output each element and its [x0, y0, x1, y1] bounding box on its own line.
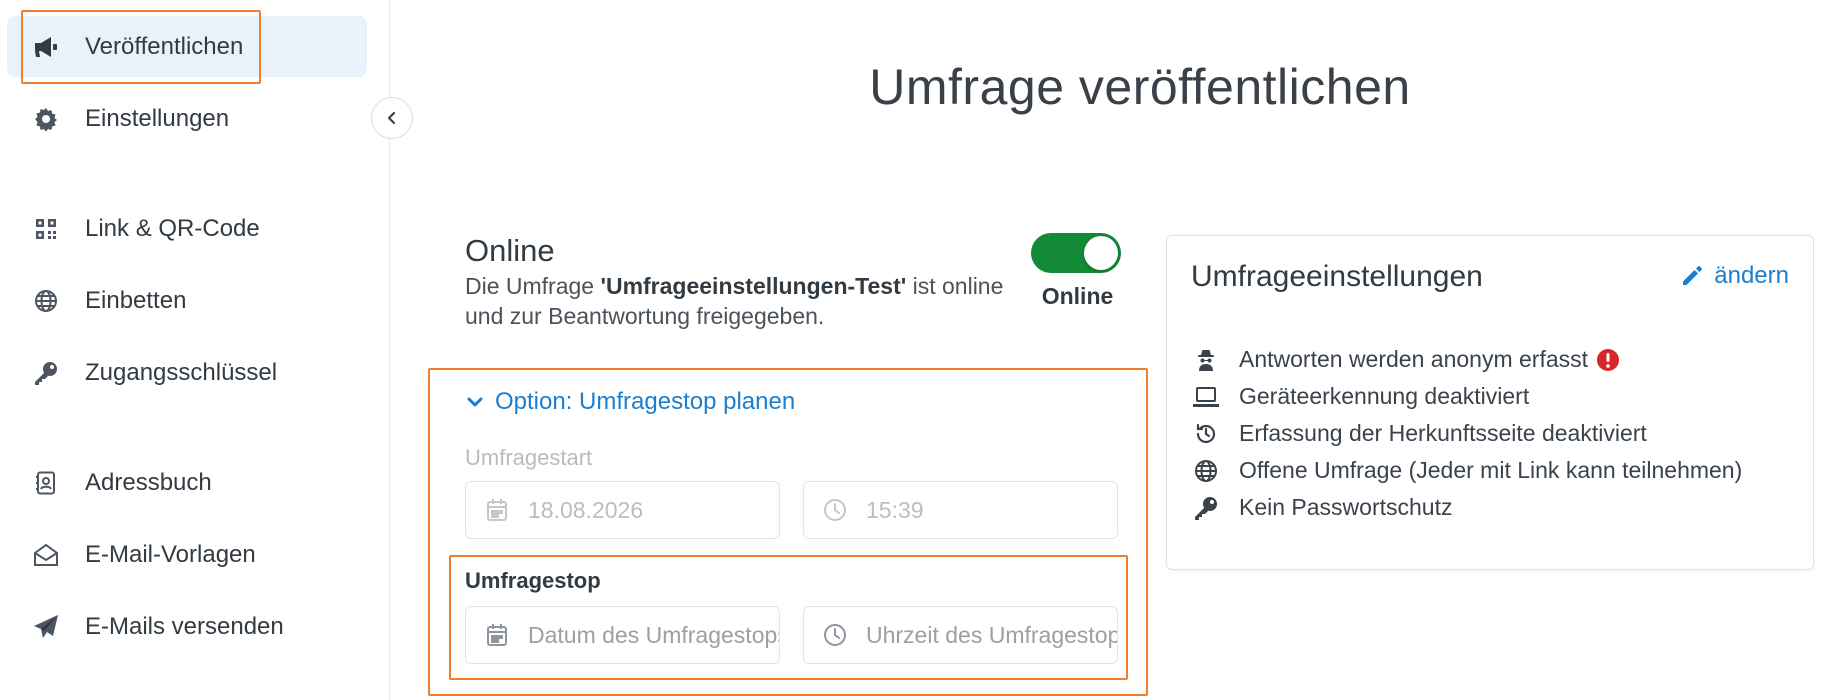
sidebar-item-access-keys[interactable]: Zugangsschlüssel — [7, 342, 367, 403]
history-icon — [1193, 421, 1219, 447]
address-book-icon — [32, 469, 60, 497]
schedule-option-label: Option: Umfragestop planen — [495, 388, 796, 415]
sidebar-item-label: Zugangsschlüssel — [85, 358, 278, 386]
setting-item: Geräteerkennung deaktiviert — [1193, 383, 1529, 410]
setting-label: Kein Passwortschutz — [1239, 494, 1453, 520]
envelope-open-icon — [32, 541, 60, 569]
setting-label: Antworten werden anonym erfasst — [1239, 346, 1589, 372]
stop-time-input[interactable]: Uhrzeit des Umfragestops — [803, 606, 1118, 664]
calendar-icon — [484, 497, 510, 523]
start-date-value: 18.08.2026 — [528, 496, 644, 523]
setting-label: Geräteerkennung deaktiviert — [1239, 383, 1530, 409]
paper-plane-icon — [32, 613, 60, 641]
setting-label: Erfassung der Herkunftsseite deaktiviert — [1239, 420, 1647, 446]
sidebar-item-label: Link & QR-Code — [85, 214, 260, 242]
clock-icon — [822, 622, 848, 648]
sidebar: Veröffentlichen Einstellungen Link & QR-… — [0, 0, 390, 700]
schedule-option-toggle[interactable]: Option: Umfragestop planen — [467, 388, 795, 416]
sidebar-item-email-templates[interactable]: E-Mail-Vorlagen — [7, 524, 367, 585]
calendar-icon — [484, 622, 510, 648]
setting-item: Antworten werden anonym erfasst — [1193, 346, 1620, 373]
status-desc-prefix: Die Umfrage — [465, 273, 601, 299]
chevron-left-icon — [386, 111, 398, 125]
key-icon — [1193, 495, 1219, 521]
start-time-input[interactable]: 15:39 — [803, 481, 1118, 539]
qr-code-icon — [32, 215, 60, 243]
start-date-input[interactable]: 18.08.2026 — [465, 481, 780, 539]
globe-icon — [1193, 458, 1219, 484]
sidebar-item-label: Adressbuch — [85, 468, 212, 496]
globe-icon — [32, 287, 60, 315]
stop-label: Umfragestop — [465, 568, 601, 593]
pencil-icon — [1680, 264, 1704, 288]
sidebar-item-label: Einbetten — [85, 286, 187, 314]
toggle-knob — [1084, 236, 1118, 270]
sidebar-item-label: E-Mail-Vorlagen — [85, 540, 256, 568]
settings-card-title: Umfrageeinstellungen — [1191, 260, 1483, 293]
sidebar-item-send-emails[interactable]: E-Mails versenden — [7, 596, 367, 657]
stop-time-placeholder: Uhrzeit des Umfragestops — [866, 621, 1118, 648]
sidebar-item-label: E-Mails versenden — [85, 612, 284, 640]
sidebar-item-embed[interactable]: Einbetten — [7, 270, 367, 331]
setting-item: Kein Passwortschutz — [1193, 494, 1452, 521]
setting-item: Erfassung der Herkunftsseite deaktiviert — [1193, 420, 1647, 447]
toggle-label: Online — [1041, 283, 1114, 309]
edit-settings-label: ändern — [1714, 262, 1789, 289]
stop-date-input[interactable]: Datum des Umfragestops — [465, 606, 780, 664]
online-toggle[interactable] — [1031, 233, 1121, 273]
start-time-value: 15:39 — [866, 496, 924, 523]
start-label: Umfragestart — [465, 445, 593, 470]
anonymous-icon — [1193, 347, 1219, 373]
status-description: Die Umfrage 'Umfrageeinstellungen-Test' … — [465, 271, 1005, 331]
clock-icon — [822, 497, 848, 523]
survey-name: 'Umfrageeinstellungen-Test' — [600, 273, 907, 299]
sidebar-item-link-qr[interactable]: Link & QR-Code — [7, 198, 367, 259]
setting-label: Offene Umfrage (Jeder mit Link kann teil… — [1239, 457, 1743, 483]
status-heading: Online — [465, 233, 555, 268]
sidebar-item-label: Veröffentlichen — [85, 32, 244, 60]
key-icon — [32, 359, 60, 387]
sidebar-item-settings[interactable]: Einstellungen — [7, 88, 367, 149]
megaphone-icon — [32, 33, 60, 61]
warning-icon — [1596, 348, 1620, 372]
laptop-icon — [1193, 384, 1219, 410]
sidebar-item-publish[interactable]: Veröffentlichen — [7, 16, 367, 77]
setting-item: Offene Umfrage (Jeder mit Link kann teil… — [1193, 457, 1742, 484]
edit-settings-link[interactable]: ändern — [1680, 262, 1789, 290]
sidebar-item-label: Einstellungen — [85, 104, 230, 132]
chevron-down-icon — [467, 396, 483, 408]
settings-card: Umfrageeinstellungen ändern Antworten we… — [1166, 235, 1814, 570]
stop-date-placeholder: Datum des Umfragestops — [528, 621, 780, 648]
sidebar-item-address-book[interactable]: Adressbuch — [7, 452, 367, 513]
page-title: Umfrage veröffentlichen — [869, 59, 1411, 115]
gear-icon — [32, 105, 60, 133]
collapse-sidebar-button[interactable] — [371, 97, 413, 139]
